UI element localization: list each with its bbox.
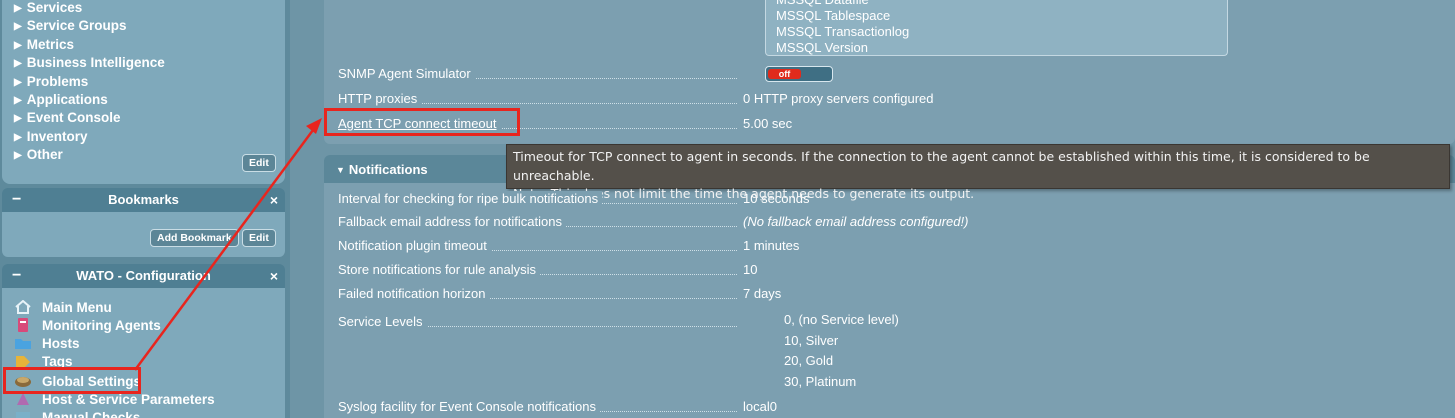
tooltip-line: Timeout for TCP connect to agent in seco… bbox=[513, 149, 1370, 183]
setting-label[interactable]: Interval for checking for ripe bulk noti… bbox=[338, 191, 603, 206]
bookmarks-edit-button[interactable]: Edit bbox=[242, 229, 276, 247]
settings-panel: MSSQL Datafile MSSQL Tablespace MSSQL Tr… bbox=[324, 0, 1455, 144]
listbox-item[interactable]: MSSQL Transactionlog bbox=[776, 24, 909, 40]
tooltip-line: Note: This does not limit the time the a… bbox=[513, 186, 975, 201]
wato-body: Main Menu Monitoring Agents Hosts Tags G… bbox=[2, 288, 285, 418]
expand-triangle-icon: ▶ bbox=[14, 131, 22, 143]
setting-value: (No fallback email address configured!) bbox=[743, 214, 969, 229]
views-item-problems[interactable]: ▶ Problems bbox=[14, 74, 285, 92]
snmp-simulator-toggle[interactable]: off bbox=[765, 66, 833, 82]
close-icon[interactable]: × bbox=[270, 188, 278, 212]
sidebar: ▶ Services ▶ Service Groups ▶ Metrics ▶ Busi… bbox=[0, 0, 290, 418]
setting-label[interactable]: Failed notification horizon bbox=[338, 286, 490, 301]
service-level: 0, (no Service level) bbox=[784, 312, 899, 327]
wato-item-hosts[interactable]: Hosts bbox=[14, 335, 80, 353]
listbox-item[interactable]: MSSQL Version bbox=[776, 40, 868, 56]
setting-value: 5.00 sec bbox=[743, 116, 793, 131]
expand-triangle-icon: ▶ bbox=[14, 113, 22, 125]
expand-triangle-icon: ▶ bbox=[14, 58, 22, 70]
expand-triangle-icon: ▶ bbox=[14, 150, 22, 162]
setting-row-http-proxies: HTTP proxies 0 HTTP proxy servers configu… bbox=[338, 90, 934, 108]
service-levels-list: 0, (no Service level) 10, Silver 20, Gol… bbox=[784, 310, 899, 392]
views-item-inventory[interactable]: ▶ Inventory bbox=[14, 129, 285, 147]
parameters-icon bbox=[14, 392, 32, 406]
expand-triangle-icon: ▶ bbox=[14, 95, 22, 107]
setting-label[interactable]: Store notifications for rule analysis bbox=[338, 262, 540, 277]
views-item-metrics[interactable]: ▶ Metrics bbox=[14, 37, 285, 55]
close-icon[interactable]: × bbox=[270, 264, 278, 288]
setting-row: Notification plugin timeout 1 minutes bbox=[338, 237, 799, 255]
setting-value: 7 days bbox=[743, 286, 782, 301]
listbox-item[interactable]: MSSQL Tablespace bbox=[776, 8, 890, 24]
views-item-applications[interactable]: ▶ Applications bbox=[14, 92, 285, 110]
settings-icon bbox=[14, 374, 32, 388]
setting-label[interactable]: Service Levels bbox=[338, 314, 427, 329]
wato-item-main-menu[interactable]: Main Menu bbox=[14, 299, 112, 317]
views-item-business-intelligence[interactable]: ▶ Business Intelligence bbox=[14, 55, 285, 73]
views-item-services[interactable]: ▶ Services bbox=[14, 0, 285, 18]
views-list: ▶ Services ▶ Service Groups ▶ Metrics ▶ Busi… bbox=[2, 0, 285, 166]
service-level: 20, Gold bbox=[784, 353, 834, 368]
setting-row-snmp-agent-simulator: SNMP Agent Simulator bbox=[338, 65, 743, 83]
setting-label[interactable]: SNMP Agent Simulator bbox=[338, 66, 475, 81]
toggle-off-knob: off bbox=[768, 69, 801, 79]
agent-tcp-timeout-link[interactable]: Agent TCP connect timeout bbox=[338, 116, 501, 131]
wato-item-manual-checks[interactable]: Manual Checks bbox=[14, 409, 140, 418]
bookmarks-header[interactable]: − Bookmarks × bbox=[2, 188, 285, 212]
setting-row-agent-tcp-timeout: Agent TCP connect timeout 5.00 sec bbox=[338, 115, 792, 133]
views-item-service-groups[interactable]: ▶ Service Groups bbox=[14, 18, 285, 36]
service-level: 30, Platinum bbox=[784, 373, 857, 389]
tag-icon bbox=[14, 354, 32, 368]
check-plugins-listbox[interactable]: MSSQL Datafile MSSQL Tablespace MSSQL Tr… bbox=[765, 0, 1228, 56]
setting-label[interactable]: HTTP proxies bbox=[338, 91, 422, 106]
setting-value: 10 bbox=[743, 262, 758, 277]
setting-label[interactable]: Fallback email address for notifications bbox=[338, 214, 566, 229]
main-content: MSSQL Datafile MSSQL Tablespace MSSQL Tr… bbox=[297, 0, 1455, 418]
wato-title: WATO - Configuration bbox=[76, 268, 211, 283]
setting-value: 1 minutes bbox=[743, 238, 800, 253]
setting-row-service-levels: Service Levels bbox=[338, 313, 743, 331]
setting-row: Fallback email address for notifications… bbox=[338, 213, 968, 231]
bookmarks-title: Bookmarks bbox=[108, 192, 179, 207]
expand-triangle-icon: ▶ bbox=[14, 76, 22, 88]
help-tooltip: Timeout for TCP connect to agent in seco… bbox=[506, 144, 1450, 201]
wato-item-global-settings[interactable]: Global Settings bbox=[14, 373, 141, 391]
expand-triangle-icon: ▶ bbox=[14, 3, 22, 14]
add-bookmark-button[interactable]: Add Bookmark bbox=[150, 229, 239, 247]
expand-triangle-icon: ▶ bbox=[14, 21, 22, 33]
expand-triangle-icon: ▶ bbox=[14, 39, 22, 51]
minimize-icon[interactable]: − bbox=[12, 188, 21, 212]
views-edit-button[interactable]: Edit bbox=[242, 154, 276, 172]
setting-row: Store notifications for rule analysis 10 bbox=[338, 261, 757, 279]
setting-value: local0 bbox=[743, 399, 777, 414]
home-icon bbox=[14, 299, 32, 314]
setting-value: 0 HTTP proxy servers configured bbox=[743, 91, 934, 106]
setting-label[interactable]: Syslog facility for Event Console notifi… bbox=[338, 399, 600, 414]
agent-icon bbox=[14, 318, 32, 332]
minimize-icon[interactable]: − bbox=[12, 264, 21, 288]
setting-row: Syslog facility for Event Console notifi… bbox=[338, 398, 777, 416]
views-item-event-console[interactable]: ▶ Event Console bbox=[14, 110, 285, 128]
folder-icon bbox=[14, 336, 32, 350]
notifications-title: Notifications bbox=[348, 162, 428, 177]
service-level: 10, Silver bbox=[784, 332, 839, 348]
wato-header[interactable]: − WATO - Configuration × bbox=[2, 264, 285, 288]
bookmarks-body: Add Bookmark Edit bbox=[2, 212, 285, 257]
views-snapin: ▶ Services ▶ Service Groups ▶ Metrics ▶ Busi… bbox=[2, 0, 285, 184]
wato-item-monitoring-agents[interactable]: Monitoring Agents bbox=[14, 317, 161, 335]
wato-item-host-service-parameters[interactable]: Host & Service Parameters bbox=[14, 391, 215, 409]
checks-icon bbox=[14, 410, 32, 418]
setting-row: Failed notification horizon 7 days bbox=[338, 285, 781, 303]
collapse-triangle-icon: ▼ bbox=[336, 165, 345, 175]
setting-label[interactable]: Notification plugin timeout bbox=[338, 238, 491, 253]
wato-item-tags[interactable]: Tags bbox=[14, 353, 73, 371]
listbox-item[interactable]: MSSQL Datafile bbox=[776, 0, 869, 8]
